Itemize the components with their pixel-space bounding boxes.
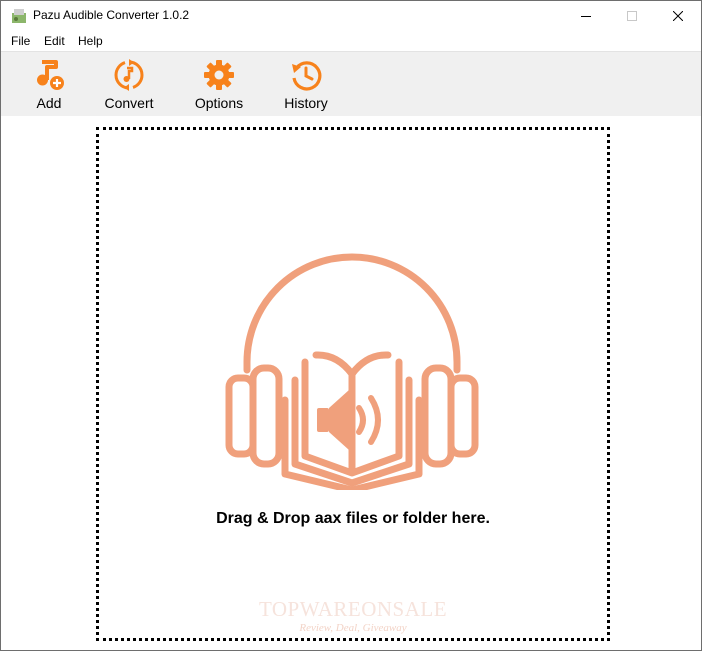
title-bar[interactable]: Pazu Audible Converter 1.0.2 (1, 1, 701, 31)
convert-icon (114, 59, 144, 91)
add-label: Add (36, 95, 62, 111)
menu-bar: File Edit Help (1, 31, 701, 52)
convert-button[interactable]: Convert (97, 56, 161, 114)
drop-hint-text: Drag & Drop aax files or folder here. (216, 510, 490, 527)
watermark-subtitle: Review, Deal, Giveaway (299, 622, 407, 634)
add-button[interactable]: Add (19, 56, 79, 114)
minimize-button[interactable] (563, 1, 609, 31)
window-title: Pazu Audible Converter 1.0.2 (33, 8, 190, 22)
menu-file[interactable]: File (11, 34, 30, 48)
history-icon (292, 61, 322, 91)
headphones-audiobook-icon (225, 253, 479, 490)
watermark-title: TOPWAREONSALE (258, 597, 448, 621)
drop-zone[interactable]: Drag & Drop aax files or folder here. TO… (96, 127, 610, 641)
options-button[interactable]: Options (187, 56, 251, 114)
options-label: Options (194, 95, 244, 111)
close-icon (673, 11, 683, 21)
menu-help[interactable]: Help (78, 34, 103, 48)
minimize-icon (581, 16, 591, 17)
convert-label: Convert (104, 95, 154, 111)
menu-edit[interactable]: Edit (44, 34, 65, 48)
gear-icon (204, 60, 234, 90)
maximize-icon (627, 11, 637, 21)
toolbar: Add Convert Options History (1, 52, 701, 116)
close-button[interactable] (655, 1, 701, 31)
add-music-icon (37, 60, 64, 90)
maximize-button[interactable] (609, 1, 655, 31)
history-label: History (284, 95, 328, 111)
app-window: Pazu Audible Converter 1.0.2 File Edit H… (0, 0, 702, 651)
history-button[interactable]: History (274, 56, 338, 114)
app-icon (12, 9, 26, 23)
